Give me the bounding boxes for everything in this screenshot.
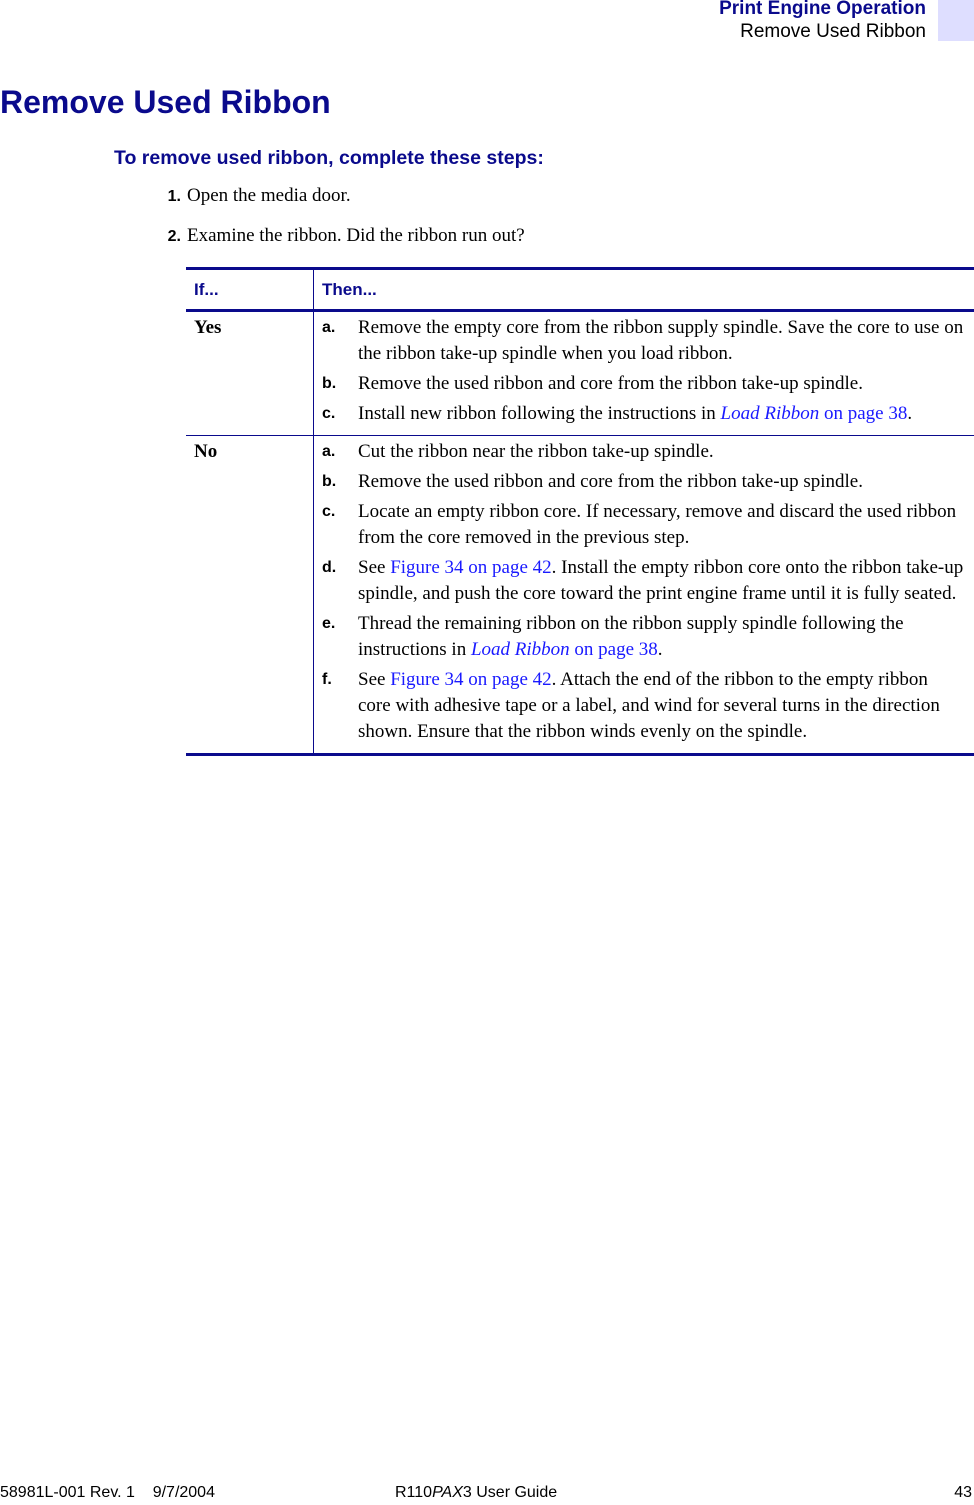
table-row: No a. Cut the ribbon near the ribbon take-… [186,435,974,755]
action-item: a. Remove the empty core from the ribbon … [322,315,964,367]
action-text: Locate an empty ribbon core. If necessar… [358,501,957,548]
step-number: 2. [167,228,181,245]
if-then-table: If... Then... Yes a. Remove the empty core… [186,267,974,756]
action-text: See Figure 34 on page 42. Install the em… [358,555,964,607]
header-topic-title: Remove Used Ribbon [740,21,926,42]
action-text-post: . [907,403,913,424]
page-footer: 58981L-001 Rev. 1 9/7/2004 R110PAX3 User… [0,1483,974,1505]
action-letter: d. [322,559,337,576]
cross-reference-link[interactable]: Load Ribbon on page 38 [721,403,908,424]
action-item: b. Remove the used ribbon and core from t… [322,469,964,495]
action-text: Remove the used ribbon and core from the… [358,373,863,394]
condition-cell: Yes [186,310,314,436]
action-item: a. Cut the ribbon near the ribbon take-up… [322,439,964,465]
action-letter: f. [322,671,332,688]
actions-cell: a. Remove the empty core from the ribbon … [314,311,974,436]
action-text: Remove the empty core from the ribbon su… [358,317,964,364]
footer-guide-title: R110PAX3 User Guide [395,1483,557,1503]
guide-suffix: 3 User Guide [462,1484,558,1501]
link-title: Load Ribbon [720,403,820,424]
step-number: 1. [167,188,181,205]
actions-cell: a. Cut the ribbon near the ribbon take-up… [314,436,974,755]
page-title: Remove Used Ribbon [0,84,331,120]
action-text: Cut the ribbon near the ribbon take-up s… [358,441,714,462]
action-text-pre: See [358,669,391,690]
condition-cell: No [186,435,314,755]
action-text-pre: See [358,557,391,578]
action-item: b. Remove the used ribbon and core from t… [322,371,964,397]
action-letter: c. [322,405,336,422]
step-text: Examine the ribbon. Did the ribbon run o… [187,225,525,246]
footer-page-number: 43 [954,1484,972,1501]
action-text-pre: Install new ribbon following the instruc… [358,403,721,424]
action-text: See Figure 34 on page 42. Attach the end… [358,667,964,745]
cross-reference-link[interactable]: Load Ribbon on page 38 [471,639,658,660]
action-text: Thread the remaining ribbon on the ribbo… [358,611,964,663]
guide-italic: PAX [432,1484,463,1501]
chapter-tab-marker [938,0,974,41]
action-letter: b. [322,375,337,392]
action-text-post: . [657,639,663,660]
action-letter: a. [322,443,336,460]
action-letter: e. [322,615,336,632]
action-item: d. See Figure 34 on page 42. Install the … [322,555,964,607]
running-header: Print Engine Operation Remove Used Ribbo… [719,0,926,44]
action-letter: b. [322,473,337,490]
footer-doc-number: 58981L-001 Rev. 1 9/7/2004 [0,1484,215,1501]
table-row: Yes a. Remove the empty core from the ribb… [186,310,974,436]
link-page: on page 38 [819,403,908,424]
action-item: f. See Figure 34 on page 42. Attach the e… [322,667,964,745]
table-header-row: If... Then... [186,268,974,311]
header-section-title: Print Engine Operation [719,0,926,19]
action-text: Install new ribbon following the instruc… [358,401,964,427]
action-item: e. Thread the remaining ribbon on the rib… [322,611,964,663]
column-header-then: Then... [322,280,377,299]
cross-reference-link[interactable]: Figure 34 on page 42 [390,557,551,578]
action-text: Remove the used ribbon and core from the… [358,471,863,492]
action-letter: c. [322,503,336,520]
action-item: c. Locate an empty ribbon core. If necess… [322,499,964,551]
step-item: 2. Examine the ribbon. Did the ribbon run… [150,224,525,249]
step-item: 1. Open the media door. [150,184,351,209]
action-letter: a. [322,319,336,336]
link-title: Load Ribbon [470,639,570,660]
action-item: c. Install new ribbon following the instr… [322,401,964,427]
procedure-heading: To remove used ribbon, complete these st… [114,147,544,169]
link-page: on page 38 [569,639,658,660]
guide-prefix: R110 [395,1484,433,1501]
column-header-if: If... [186,268,314,311]
cross-reference-link[interactable]: Figure 34 on page 42 [390,669,551,690]
step-text: Open the media door. [187,185,351,206]
